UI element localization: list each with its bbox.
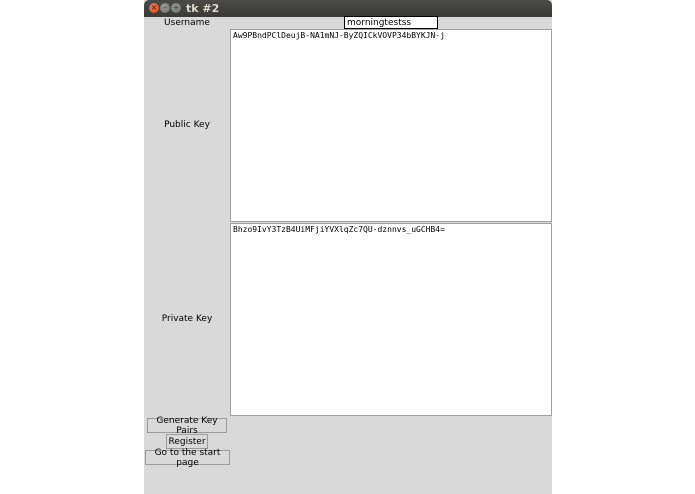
title-bar[interactable]: × – + tk #2 — [144, 0, 552, 17]
public-key-textbox[interactable]: Aw9PBndPClDeujB-NA1mNJ-ByZQICkVOVP34bBYK… — [230, 29, 552, 222]
public-key-label: Public Key — [164, 120, 210, 130]
app-window: × – + tk #2 Username Public Key Aw9PBndP… — [144, 0, 552, 494]
minimize-icon[interactable]: – — [160, 3, 170, 13]
username-input[interactable] — [344, 16, 438, 29]
private-key-label: Private Key — [161, 314, 213, 324]
start-page-button[interactable]: Go to the start page — [145, 448, 230, 468]
private-key-textbox[interactable]: Bhzo9IvY3TzB4UiMFjiYVXlqZc7QU-dznnvs_uGC… — [230, 223, 552, 416]
username-label: Username — [164, 18, 210, 28]
window-title: tk #2 — [186, 2, 220, 15]
maximize-icon[interactable]: + — [171, 3, 181, 13]
close-icon[interactable]: × — [149, 3, 159, 13]
generate-key-pairs-button[interactable]: Generate Key Pairs — [147, 416, 227, 436]
